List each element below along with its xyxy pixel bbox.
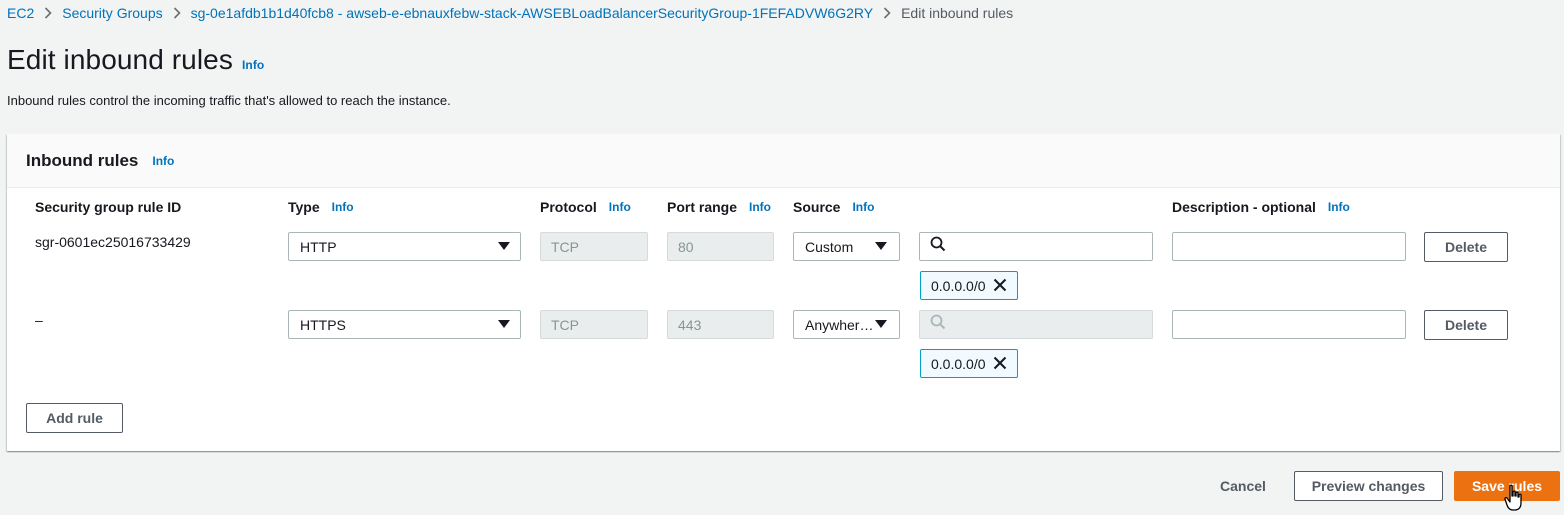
protocol-info-link[interactable]: Info [609, 200, 631, 214]
breadcrumb-security-groups[interactable]: Security Groups [62, 5, 162, 21]
port-range-field: 443 [667, 310, 774, 339]
close-icon[interactable] [993, 356, 1007, 373]
breadcrumb-security-group[interactable]: sg-0e1afdb1b1d40fcb8 - awseb-e-ebnauxfeb… [191, 5, 873, 21]
cancel-button[interactable]: Cancel [1220, 478, 1266, 494]
source-select-value: Custom [805, 238, 854, 255]
col-header-label: Protocol [540, 199, 597, 215]
source-select[interactable]: Custom [793, 232, 900, 261]
panel-header: Inbound rules Info [7, 134, 1560, 188]
caret-down-icon [875, 320, 887, 328]
col-header-label: Port range [667, 199, 738, 215]
col-header-label: Security group rule ID [35, 199, 182, 215]
cidr-token-label: 0.0.0.0/0 [931, 355, 986, 372]
col-header-type: Type Info [288, 199, 354, 215]
delete-button[interactable]: Delete [1424, 310, 1508, 340]
cidr-search-input[interactable] [919, 232, 1153, 261]
chevron-right-icon [44, 7, 52, 19]
type-select-value: HTTPS [300, 316, 346, 333]
cidr-search-input [919, 310, 1153, 339]
port-range-field: 80 [667, 232, 774, 261]
type-select[interactable]: HTTPS [288, 310, 521, 339]
description-input[interactable] [1172, 232, 1406, 261]
source-select-value: Anywher… [805, 316, 874, 333]
breadcrumb-ec2[interactable]: EC2 [7, 5, 34, 21]
caret-down-icon [875, 242, 887, 250]
page-title-text: Edit inbound rules [7, 44, 233, 75]
source-select[interactable]: Anywher… [793, 310, 900, 339]
rule-id: – [35, 312, 43, 328]
col-header-rule-id: Security group rule ID [35, 199, 181, 215]
type-select-value: HTTP [300, 238, 337, 255]
description-info-link[interactable]: Info [1328, 200, 1350, 214]
cidr-token: 0.0.0.0/0 [920, 271, 1018, 300]
rule-id: sgr-0601ec25016733429 [35, 234, 191, 250]
col-header-source: Source Info [793, 199, 874, 215]
breadcrumb: EC2 Security Groups sg-0e1afdb1b1d40fcb8… [7, 5, 1013, 21]
col-header-label: Source [793, 199, 841, 215]
caret-down-icon [498, 320, 510, 328]
col-header-label: Type [288, 199, 320, 215]
caret-down-icon [498, 242, 510, 250]
port-range-info-link[interactable]: Info [749, 200, 771, 214]
search-icon [930, 314, 946, 335]
chevron-right-icon [883, 7, 891, 19]
preview-changes-button[interactable]: Preview changes [1294, 471, 1443, 501]
source-info-link[interactable]: Info [852, 200, 874, 214]
chevron-right-icon [173, 7, 181, 19]
breadcrumb-current: Edit inbound rules [901, 5, 1014, 21]
protocol-field: TCP [540, 310, 648, 339]
type-select[interactable]: HTTP [288, 232, 521, 261]
page-info-link[interactable]: Info [242, 58, 264, 72]
col-header-protocol: Protocol Info [540, 199, 631, 215]
page-description: Inbound rules control the incoming traff… [7, 93, 451, 108]
col-header-label: Description - optional [1172, 199, 1316, 215]
search-icon [930, 236, 946, 257]
cidr-token-label: 0.0.0.0/0 [931, 277, 986, 294]
type-info-link[interactable]: Info [332, 200, 354, 214]
panel-title: Inbound rules [26, 150, 139, 170]
panel-info-link[interactable]: Info [152, 154, 174, 168]
inbound-rules-panel: Inbound rules Info [7, 134, 1560, 451]
hand-cursor-icon [1503, 484, 1527, 515]
close-icon[interactable] [993, 278, 1007, 295]
protocol-field: TCP [540, 232, 648, 261]
page-title: Edit inbound rules Info [7, 44, 264, 76]
col-header-port-range: Port range Info [667, 199, 771, 215]
col-header-description: Description - optional Info [1172, 199, 1350, 215]
delete-button[interactable]: Delete [1424, 232, 1508, 262]
cidr-token: 0.0.0.0/0 [920, 349, 1018, 378]
description-input[interactable] [1172, 310, 1406, 339]
add-rule-button[interactable]: Add rule [26, 403, 123, 433]
